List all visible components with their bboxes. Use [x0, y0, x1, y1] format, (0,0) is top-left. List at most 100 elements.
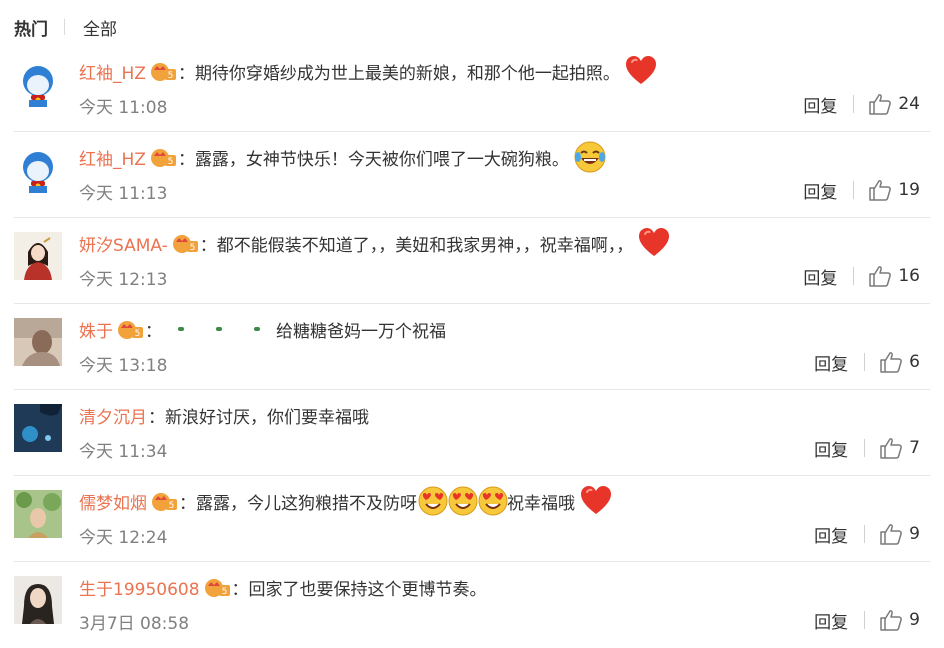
heart-eyes-emoji-icon [477, 485, 509, 517]
avatar[interactable] [14, 404, 62, 452]
comment-text: 给糖糖爸妈一万个祝福 [276, 321, 446, 342]
comment-username[interactable]: 儒梦如烟 [79, 489, 147, 514]
comment-content: 妍汐SAMA- 5 ： 都不能假装不知道了，，美妞和我家男神，，祝幸福啊，， [79, 228, 671, 258]
comment-colon: ： [231, 579, 249, 600]
svg-text:5: 5 [221, 587, 227, 597]
like-button[interactable]: 24 [868, 92, 920, 116]
action-divider [864, 525, 866, 543]
tab-hot[interactable]: 热门 [14, 15, 48, 40]
comment-actions: 回复 19 [803, 176, 920, 204]
decorative-dot-emoji [178, 327, 184, 331]
comment-colon: ： [145, 321, 162, 342]
comment-username[interactable]: 红袖_HZ [79, 59, 146, 84]
action-divider [853, 181, 855, 199]
comment-content: 红袖_HZ 5 ： 露露，女神节快乐！今天被你们喂了一大碗狗粮。 [79, 140, 607, 174]
comment-time: 今天 11:34 [79, 442, 168, 462]
comment-actions: 回复 6 [814, 348, 920, 376]
like-count: 7 [909, 438, 920, 458]
comment-actions: 回复 16 [803, 262, 920, 290]
comment-colon: ： [199, 235, 217, 256]
comment-content: 红袖_HZ 5 ： 期待你穿婚纱成为世上最美的新娘，和那个他一起拍照。 [79, 56, 658, 86]
like-button[interactable]: 9 [879, 608, 920, 632]
thumbs-up-icon [879, 522, 903, 546]
comment-text: 露露，女神节快乐！今天被你们喂了一大碗狗粮。 [194, 149, 569, 170]
vip-crown-badge-icon[interactable]: 5 [149, 60, 177, 82]
avatar[interactable] [14, 232, 62, 280]
comment-content: 儒梦如烟 5 ： 露露，今儿这狗粮措不及防呀 祝幸福哦 [79, 486, 613, 516]
comment-text: 新浪好讨厌，你们要幸福哦 [165, 407, 369, 428]
comment-text: 期待你穿婚纱成为世上最美的新娘，和那个他一起拍照。 [194, 63, 620, 84]
comment-text: 露露，今儿这狗粮措不及防呀 [196, 493, 417, 514]
avatar[interactable] [14, 60, 62, 108]
comment-item: 妍汐SAMA- 5 ： 都不能假装不知道了，，美妞和我家男神，，祝幸福啊，， 今… [14, 218, 930, 304]
vip-crown-badge-icon[interactable]: 5 [171, 232, 199, 254]
avatar[interactable] [14, 490, 62, 538]
comment-time: 今天 12:13 [79, 270, 168, 290]
thumbs-up-icon [868, 264, 892, 288]
reply-button[interactable]: 回复 [814, 522, 848, 547]
comment-colon: ： [179, 493, 196, 514]
like-button[interactable]: 6 [879, 350, 920, 374]
like-button[interactable]: 7 [879, 436, 920, 460]
portrait-avatar-image [14, 576, 62, 624]
comment-item: 姝于 5 ： 给糖糖爸妈一万个祝福 今天 13:18 回复 6 [14, 304, 930, 390]
reply-button[interactable]: 回复 [814, 350, 848, 375]
thumbs-up-icon [868, 92, 892, 116]
reply-button[interactable]: 回复 [803, 92, 837, 117]
reply-button[interactable]: 回复 [814, 436, 848, 461]
avatar[interactable] [14, 318, 62, 366]
vip-crown-badge-icon[interactable]: 5 [203, 576, 231, 598]
heart-eyes-emoji-icon [447, 485, 479, 517]
heart-emoji-icon [624, 54, 658, 88]
reply-button[interactable]: 回复 [803, 178, 837, 203]
comment-text: 都不能假装不知道了，，美妞和我家男神，，祝幸福啊，， [216, 235, 634, 256]
laughing-tears-emoji-icon [573, 140, 607, 174]
decorative-dot-emoji [216, 327, 222, 331]
action-divider [864, 611, 866, 629]
like-button[interactable]: 9 [879, 522, 920, 546]
heart-emoji-icon [637, 226, 671, 260]
comment-username[interactable]: 姝于 [79, 317, 113, 342]
comment-username[interactable]: 红袖_HZ [79, 145, 146, 170]
comment-colon: ： [148, 407, 165, 428]
comment-item: 红袖_HZ 5 ： 露露，女神节快乐！今天被你们喂了一大碗狗粮。 今天 11:1… [14, 132, 930, 218]
comment-time: 3月7日 08:58 [79, 614, 190, 634]
photo-avatar-image [14, 318, 62, 366]
reply-button[interactable]: 回复 [803, 264, 837, 289]
doraemon-avatar-image [14, 60, 62, 108]
comment-item: 儒梦如烟 5 ： 露露，今儿这狗粮措不及防呀 祝幸福哦 今天 12:24 回复 [14, 476, 930, 562]
vip-crown-badge-icon[interactable]: 5 [150, 490, 178, 512]
action-divider [864, 439, 866, 457]
avatar[interactable] [14, 146, 62, 194]
garden-photo-avatar-image [14, 490, 62, 538]
like-button[interactable]: 19 [868, 178, 920, 202]
vip-crown-badge-icon[interactable]: 5 [149, 146, 177, 168]
like-count: 9 [909, 524, 920, 544]
svg-text:5: 5 [168, 157, 174, 167]
svg-text:5: 5 [189, 243, 195, 253]
action-divider [853, 95, 855, 113]
reply-button[interactable]: 回复 [814, 608, 848, 633]
tab-all[interactable]: 全部 [83, 15, 117, 40]
comment-time: 今天 12:24 [79, 528, 168, 548]
avatar[interactable] [14, 576, 62, 624]
heart-emoji-icon [579, 484, 613, 518]
heart-eyes-emoji-icon [417, 485, 449, 517]
like-button[interactable]: 16 [868, 264, 920, 288]
like-count: 6 [909, 352, 920, 372]
comment-username[interactable]: 生于19950608 [79, 575, 200, 600]
comment-list: 红袖_HZ 5 ： 期待你穿婚纱成为世上最美的新娘，和那个他一起拍照。 今天 1… [14, 46, 930, 648]
comment-username[interactable]: 清夕沉月 [79, 403, 147, 428]
tab-divider [64, 19, 65, 35]
thumbs-up-icon [879, 608, 903, 632]
vip-crown-badge-icon[interactable]: 5 [116, 318, 144, 340]
comment-username[interactable]: 妍汐SAMA- [79, 231, 168, 256]
comment-time: 今天 13:18 [79, 356, 168, 376]
like-count: 16 [898, 266, 920, 286]
doraemon-avatar-image [14, 146, 62, 194]
comment-filter-tabs: 热门 全部 [14, 14, 117, 40]
comment-colon: ： [177, 149, 195, 170]
svg-text:5: 5 [169, 501, 175, 511]
thumbs-up-icon [868, 178, 892, 202]
comment-content: 姝于 5 ： 给糖糖爸妈一万个祝福 [79, 314, 446, 344]
